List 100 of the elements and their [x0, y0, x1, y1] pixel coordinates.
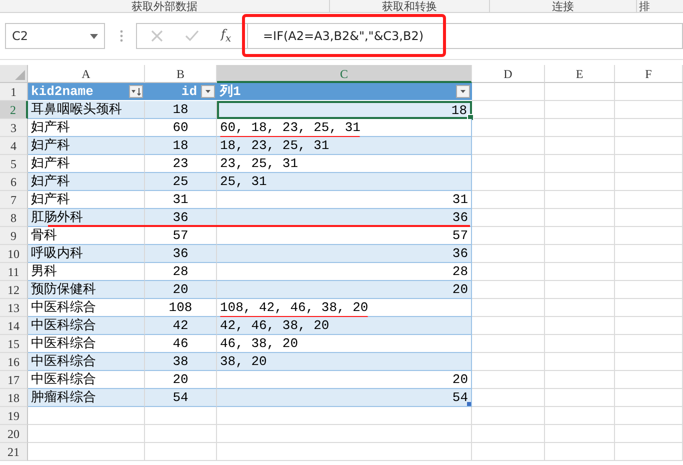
empty-cell[interactable] — [545, 155, 615, 173]
empty-cell[interactable] — [545, 83, 615, 101]
empty-cell[interactable] — [615, 299, 683, 317]
empty-cell[interactable] — [545, 245, 615, 263]
empty-cell[interactable] — [615, 137, 683, 155]
table-cell: 57 — [145, 227, 217, 245]
empty-cell[interactable] — [615, 119, 683, 137]
row-number[interactable]: 12 — [0, 281, 28, 299]
empty-cell[interactable] — [545, 389, 615, 407]
table-cell: 20 — [217, 371, 472, 389]
row-number[interactable]: 8 — [0, 209, 28, 227]
table-header-cell: kid2name — [28, 83, 145, 101]
empty-cell[interactable] — [545, 227, 615, 245]
empty-cell[interactable] — [145, 425, 217, 443]
row-number[interactable]: 13 — [0, 299, 28, 317]
row-number[interactable]: 1 — [0, 83, 28, 101]
row-number[interactable]: 4 — [0, 137, 28, 155]
row-number[interactable]: 15 — [0, 335, 28, 353]
empty-cell[interactable] — [545, 353, 615, 371]
empty-cell[interactable] — [615, 101, 683, 119]
table-cell: 中医科综合 — [28, 299, 145, 317]
row-number[interactable]: 20 — [0, 425, 28, 443]
column-header[interactable]: E — [545, 65, 615, 83]
check-icon[interactable] — [185, 30, 199, 42]
empty-cell[interactable] — [545, 173, 615, 191]
empty-cell[interactable] — [545, 371, 615, 389]
drag-handle-icon[interactable] — [120, 30, 123, 42]
table-cell: 46 — [145, 335, 217, 353]
row-number[interactable]: 7 — [0, 191, 28, 209]
empty-cell[interactable] — [615, 371, 683, 389]
ribbon-group-label: 排 — [639, 1, 650, 12]
empty-cell[interactable] — [615, 83, 683, 101]
empty-cell[interactable] — [615, 335, 683, 353]
filter-dropdown-icon[interactable] — [201, 85, 215, 98]
empty-cell[interactable] — [217, 425, 472, 443]
empty-cell[interactable] — [145, 407, 217, 425]
row-number[interactable]: 21 — [0, 443, 28, 461]
name-box[interactable]: C2 — [5, 23, 105, 49]
column-header[interactable]: F — [615, 65, 683, 83]
column-header[interactable]: C — [217, 65, 472, 83]
empty-cell[interactable] — [145, 443, 217, 461]
filter-dropdown-icon[interactable] — [456, 85, 470, 98]
empty-cell[interactable] — [615, 407, 683, 425]
empty-cell[interactable] — [615, 155, 683, 173]
empty-cell[interactable] — [615, 425, 683, 443]
table-cell: 妇产科 — [28, 173, 145, 191]
empty-cell[interactable] — [615, 209, 683, 227]
empty-cell[interactable] — [545, 425, 615, 443]
empty-cell[interactable] — [472, 425, 545, 443]
row-number[interactable]: 19 — [0, 407, 28, 425]
empty-cell[interactable] — [615, 443, 683, 461]
row-number[interactable]: 11 — [0, 263, 28, 281]
table-cell: 25, 31 — [217, 173, 472, 191]
row-number[interactable]: 2 — [0, 101, 28, 119]
insert-function-button[interactable]: f$_{x}$ — [221, 27, 232, 45]
table-cell: 20 — [217, 281, 472, 299]
empty-cell[interactable] — [545, 209, 615, 227]
empty-cell[interactable] — [545, 443, 615, 461]
cancel-icon[interactable] — [151, 30, 163, 42]
empty-cell[interactable] — [615, 173, 683, 191]
select-all-icon[interactable] — [15, 70, 25, 80]
empty-cell[interactable] — [545, 299, 615, 317]
empty-cell[interactable] — [545, 191, 615, 209]
empty-cell[interactable] — [217, 443, 472, 461]
empty-cell[interactable] — [217, 407, 472, 425]
empty-cell[interactable] — [472, 443, 545, 461]
empty-cell[interactable] — [545, 317, 615, 335]
empty-cell[interactable] — [545, 101, 615, 119]
column-header[interactable]: A — [28, 65, 145, 83]
row-number[interactable]: 17 — [0, 371, 28, 389]
empty-cell[interactable] — [615, 227, 683, 245]
row-number[interactable]: 3 — [0, 119, 28, 137]
empty-cell[interactable] — [545, 119, 615, 137]
table-cell: 20 — [145, 281, 217, 299]
formula-field[interactable]: =IF(A2=A3,B2&","&C3,B2) — [247, 23, 683, 49]
row-number[interactable]: 5 — [0, 155, 28, 173]
empty-cell[interactable] — [545, 263, 615, 281]
empty-cell[interactable] — [615, 245, 683, 263]
row-number[interactable]: 16 — [0, 353, 28, 371]
empty-cell[interactable] — [545, 407, 615, 425]
sort-filter-icon[interactable] — [129, 85, 143, 98]
row-number[interactable]: 9 — [0, 227, 28, 245]
table-cell: 18 — [145, 101, 217, 119]
row-number[interactable]: 6 — [0, 173, 28, 191]
empty-cell[interactable] — [472, 407, 545, 425]
empty-cell[interactable] — [615, 389, 683, 407]
column-header[interactable]: D — [472, 65, 545, 83]
empty-cell[interactable] — [615, 281, 683, 299]
empty-cell[interactable] — [615, 317, 683, 335]
empty-cell[interactable] — [615, 353, 683, 371]
row-number[interactable]: 18 — [0, 389, 28, 407]
empty-cell[interactable] — [545, 137, 615, 155]
empty-cell[interactable] — [615, 263, 683, 281]
row-number[interactable]: 10 — [0, 245, 28, 263]
table-resize-handle[interactable] — [467, 402, 471, 406]
empty-cell[interactable] — [615, 191, 683, 209]
empty-cell[interactable] — [545, 281, 615, 299]
column-header[interactable]: B — [145, 65, 217, 83]
row-number[interactable]: 14 — [0, 317, 28, 335]
empty-cell[interactable] — [545, 335, 615, 353]
